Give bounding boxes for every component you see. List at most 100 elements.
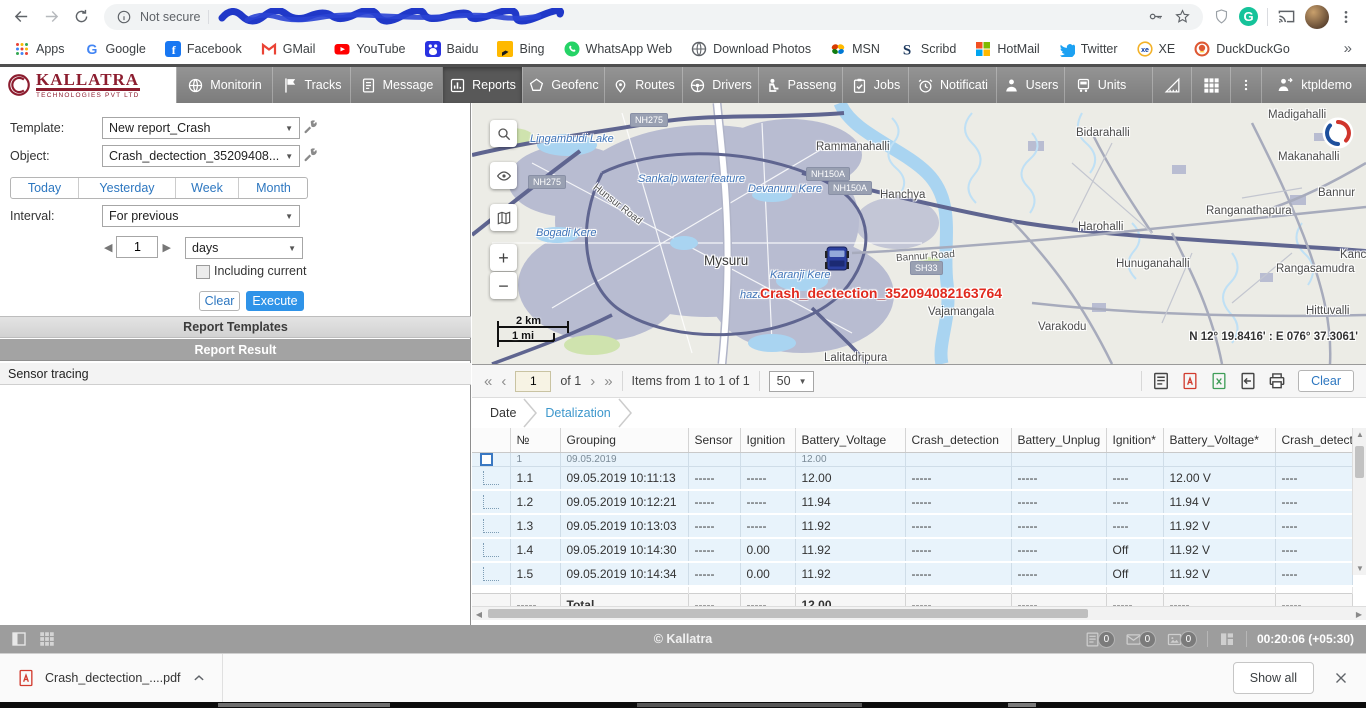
- tools-button[interactable]: [1152, 67, 1191, 103]
- zoom-in-button[interactable]: +: [490, 244, 517, 271]
- object-settings-icon[interactable]: [302, 147, 318, 163]
- tab-jobs[interactable]: Jobs: [842, 67, 908, 103]
- back-button[interactable]: [8, 4, 34, 30]
- bookmarks-overflow-icon[interactable]: »: [1344, 40, 1352, 57]
- bookmark-apps[interactable]: Apps: [14, 41, 65, 57]
- export-pdf-icon[interactable]: [1180, 371, 1200, 391]
- count-input[interactable]: [116, 236, 158, 258]
- scroll-up-arrow[interactable]: ▲: [1353, 428, 1366, 441]
- forward-button[interactable]: [38, 4, 64, 30]
- tab-notificati[interactable]: Notificati: [908, 67, 996, 103]
- bookmark-twitter[interactable]: Twitter: [1059, 41, 1118, 57]
- export-file-icon[interactable]: [1238, 371, 1258, 391]
- next-page-button[interactable]: ›: [590, 373, 595, 390]
- info-icon[interactable]: [116, 9, 132, 25]
- count-increment[interactable]: ▶: [158, 241, 174, 254]
- tab-date[interactable]: Date: [484, 406, 522, 420]
- tab-routes[interactable]: Routes: [604, 67, 682, 103]
- table-row[interactable]: 1.109.05.2019 10:11:13----------12.00---…: [472, 467, 1352, 491]
- download-item[interactable]: Crash_dectection_....pdf: [0, 654, 223, 702]
- prev-page-button[interactable]: ‹: [501, 373, 506, 390]
- bookmark-gmail[interactable]: GMail: [261, 41, 316, 57]
- tab-tracks[interactable]: Tracks: [272, 67, 350, 103]
- bookmark-hotmail[interactable]: HotMail: [975, 41, 1039, 57]
- address-bar[interactable]: Not secure: [104, 4, 1203, 30]
- tab-units[interactable]: Units: [1064, 67, 1136, 103]
- more-button[interactable]: [1230, 67, 1261, 103]
- horizontal-scrollbar[interactable]: ◀ ▶: [472, 606, 1366, 620]
- result-item-sensor-tracing[interactable]: Sensor tracing: [0, 363, 471, 385]
- unit-marker-truck[interactable]: [824, 243, 850, 278]
- grammarly-icon[interactable]: G: [1239, 7, 1258, 26]
- execute-button[interactable]: Execute: [246, 291, 304, 311]
- cast-icon[interactable]: [1277, 7, 1296, 26]
- interval-select[interactable]: For previous▼: [102, 205, 300, 227]
- bookmark-duckduckgo[interactable]: DuckDuckGo: [1194, 41, 1290, 57]
- map[interactable]: NH275NH275NH150ANH150ASH33Lingambudi Lak…: [472, 103, 1366, 364]
- bookmark-xe[interactable]: xeXE: [1137, 41, 1176, 57]
- first-page-button[interactable]: «: [484, 373, 492, 390]
- shield-extension-icon[interactable]: [1213, 8, 1230, 25]
- report-view-icon[interactable]: [1151, 371, 1171, 391]
- tab-message[interactable]: Message: [350, 67, 442, 103]
- bookmark-msn[interactable]: MSN: [830, 41, 880, 57]
- map-layers-button[interactable]: [490, 204, 517, 231]
- chevron-up-icon[interactable]: [190, 669, 208, 687]
- tab-reports[interactable]: Reports: [442, 67, 522, 103]
- show-all-button[interactable]: Show all: [1233, 662, 1314, 694]
- close-download-bar-icon[interactable]: [1332, 669, 1350, 687]
- bookmark-star-icon[interactable]: [1174, 8, 1191, 25]
- page-input[interactable]: [515, 371, 551, 392]
- profile-avatar[interactable]: [1305, 5, 1329, 29]
- count-decrement[interactable]: ◀: [100, 241, 116, 254]
- vertical-scrollbar[interactable]: ▲ ▼: [1352, 428, 1366, 575]
- tab-drivers[interactable]: Drivers: [682, 67, 758, 103]
- table-row[interactable]: 1.409.05.2019 10:14:30-----0.0011.92----…: [472, 538, 1352, 562]
- table-row[interactable]: 1.309.05.2019 10:13:03----------11.92---…: [472, 514, 1352, 538]
- table-spacer-row[interactable]: [472, 586, 1352, 594]
- app-logo[interactable]: KALLATRA TECHNOLOGIES PVT LTD: [0, 67, 176, 103]
- clear-button[interactable]: Clear: [199, 291, 240, 311]
- apps-button[interactable]: [1191, 67, 1230, 103]
- bookmark-scribd[interactable]: SScribd: [899, 41, 956, 57]
- table-row[interactable]: 1.509.05.2019 10:14:34-----0.0011.92----…: [472, 562, 1352, 586]
- report-clear-button[interactable]: Clear: [1298, 370, 1354, 392]
- scroll-left-arrow[interactable]: ◀: [472, 607, 486, 621]
- range-yesterday[interactable]: Yesterday: [79, 178, 176, 198]
- export-excel-icon[interactable]: [1209, 371, 1229, 391]
- browser-menu-icon[interactable]: [1338, 9, 1354, 25]
- last-page-button[interactable]: »: [604, 373, 612, 390]
- horizontal-scroll-thumb[interactable]: [488, 609, 1088, 618]
- bookmark-facebook[interactable]: fFacebook: [165, 41, 242, 57]
- vertical-scroll-thumb[interactable]: [1355, 446, 1364, 478]
- object-select[interactable]: Crash_dectection_35209408...▼: [102, 145, 300, 167]
- report-templates-section[interactable]: Report Templates: [0, 316, 471, 338]
- key-icon[interactable]: [1147, 8, 1164, 25]
- bookmark-whatsapp-web[interactable]: WhatsApp Web: [564, 41, 673, 57]
- zoom-out-button[interactable]: −: [490, 272, 517, 299]
- reload-button[interactable]: [68, 4, 94, 30]
- row-checkbox[interactable]: [480, 453, 493, 466]
- bookmark-bing[interactable]: Bing: [497, 41, 544, 57]
- report-result-section[interactable]: Report Result: [0, 339, 471, 361]
- print-icon[interactable]: [1267, 371, 1287, 391]
- page-size-select[interactable]: 50 ▼: [769, 371, 815, 392]
- tab-geofenc[interactable]: Geofenc: [522, 67, 604, 103]
- range-today[interactable]: Today: [11, 178, 79, 198]
- bookmark-google[interactable]: GGoogle: [84, 41, 146, 57]
- template-settings-icon[interactable]: [302, 119, 318, 135]
- table-row[interactable]: 1.209.05.2019 10:12:21----------11.94---…: [472, 490, 1352, 514]
- tab-monitorin[interactable]: Monitorin: [176, 67, 272, 103]
- user-menu[interactable]: ktpldemo: [1261, 67, 1366, 103]
- range-week[interactable]: Week: [176, 178, 239, 198]
- scroll-right-arrow[interactable]: ▶: [1352, 607, 1366, 621]
- table-row-partial[interactable]: 109.05.201912.00: [472, 453, 1352, 467]
- map-visibility-button[interactable]: [490, 162, 517, 189]
- tab-users[interactable]: Users: [996, 67, 1064, 103]
- bookmark-youtube[interactable]: YouTube: [334, 41, 405, 57]
- including-current-checkbox[interactable]: [196, 265, 210, 279]
- bookmark-download-photos[interactable]: Download Photos: [691, 41, 811, 57]
- template-select[interactable]: New report_Crash▼: [102, 117, 300, 139]
- range-month[interactable]: Month: [239, 178, 308, 198]
- tab-passeng[interactable]: Passeng: [758, 67, 842, 103]
